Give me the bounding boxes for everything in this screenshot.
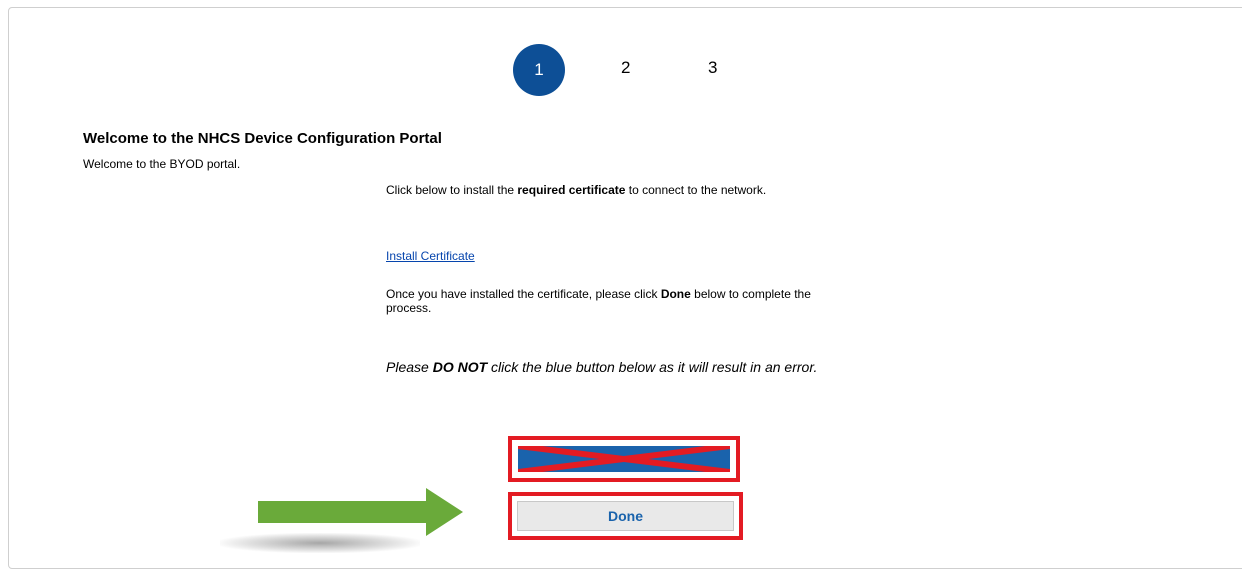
- step-1-active: 1: [513, 44, 565, 96]
- warning-emphasis: DO NOT: [432, 359, 488, 375]
- step-3: 3: [708, 58, 718, 77]
- instruction-text: Click below to install the: [386, 183, 518, 197]
- crossed-out-highlight: [508, 436, 740, 482]
- instruction-emphasis: Done: [660, 287, 691, 301]
- install-certificate-link[interactable]: Install Certificate: [386, 249, 475, 263]
- certificate-instruction: Click below to install the required cert…: [386, 183, 826, 197]
- step-indicator: 1 2 3: [0, 0, 1242, 120]
- shadow-decoration: [220, 533, 420, 553]
- red-x-cross-icon: [518, 446, 730, 472]
- warning-text: click the blue button below as it will r…: [487, 359, 818, 375]
- warning-text: Please: [386, 359, 433, 375]
- welcome-text: Welcome to the BYOD portal.: [83, 157, 241, 171]
- done-highlight: Done: [508, 492, 743, 540]
- instruction-text: Once you have installed the certificate,…: [386, 287, 661, 301]
- instruction-text: to connect to the network.: [625, 183, 767, 197]
- warning-instruction: Please DO NOT click the blue button belo…: [386, 355, 866, 380]
- blue-continue-button[interactable]: [518, 446, 730, 472]
- done-instruction: Once you have installed the certificate,…: [386, 287, 856, 315]
- page-title: Welcome to the NHCS Device Configuration…: [83, 130, 442, 147]
- done-button[interactable]: Done: [517, 501, 734, 531]
- green-arrow-icon: [258, 488, 463, 536]
- step-2: 2: [621, 58, 631, 77]
- instruction-emphasis: required certificate: [517, 183, 626, 197]
